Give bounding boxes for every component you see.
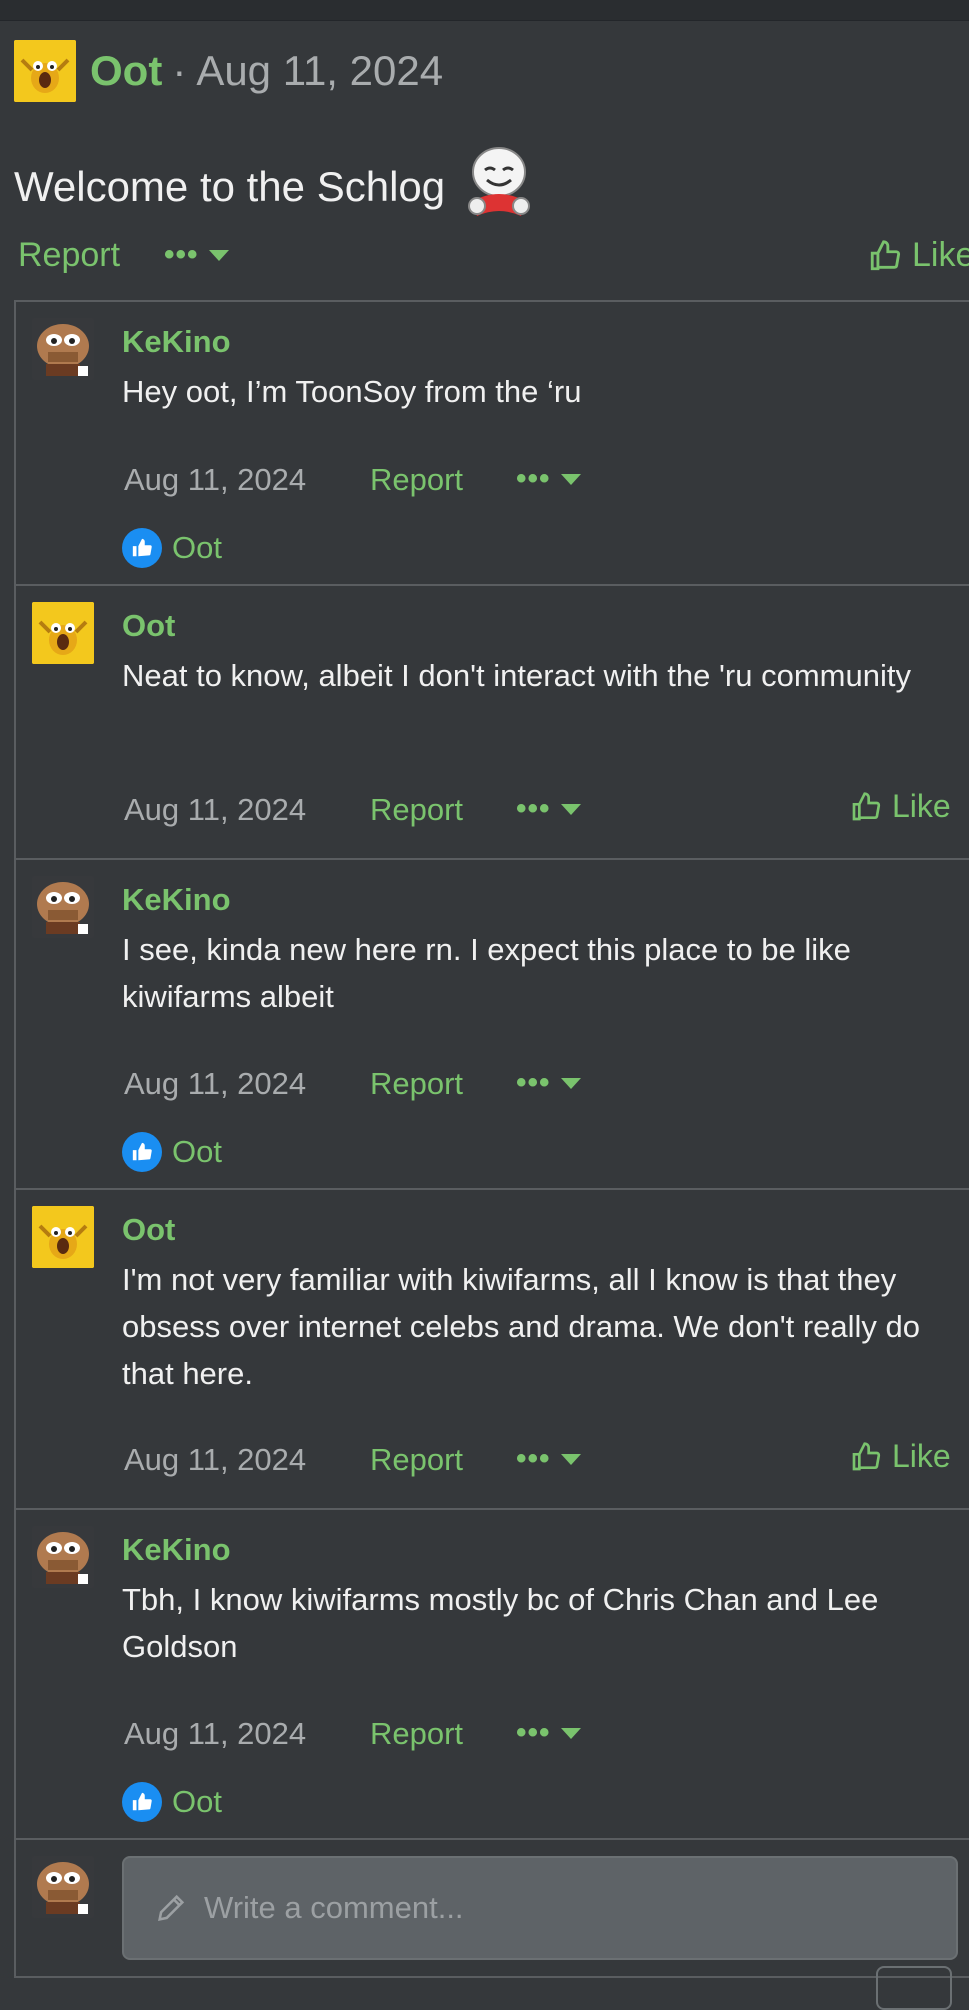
more-options-button[interactable]: ••• xyxy=(164,238,229,272)
comment-item: KeKino Tbh, I know kiwifarms mostly bc o… xyxy=(16,1510,969,1840)
comment-item: KeKino I see, kinda new here rn. I expec… xyxy=(16,860,969,1190)
report-link[interactable]: Report xyxy=(370,1442,463,1478)
comment-author[interactable]: Oot xyxy=(122,1212,175,1248)
comment-author[interactable]: KeKino xyxy=(122,324,231,360)
kekino-avatar[interactable] xyxy=(32,1856,94,1918)
reaction-summary[interactable]: Oot xyxy=(122,1132,222,1172)
like-label: Like xyxy=(912,236,969,274)
comment-list: KeKino Hey oot, I’m ToonSoy from the ‘ru… xyxy=(14,300,969,1978)
comment-text: Hey oot, I’m ToonSoy from the ‘ru xyxy=(122,374,582,409)
like-label: Like xyxy=(892,788,951,824)
partial-button[interactable] xyxy=(876,1966,952,2010)
kekino-avatar[interactable] xyxy=(32,1526,94,1588)
post-header: Oot · Aug 11, 2024 xyxy=(14,40,443,102)
report-link[interactable]: Report xyxy=(370,462,463,498)
more-dots: ••• xyxy=(164,238,199,271)
write-comment-box[interactable] xyxy=(122,1856,958,1960)
comment-date[interactable]: Aug 11, 2024 xyxy=(124,1716,306,1752)
post-body: Welcome to the Schlog xyxy=(14,140,541,234)
comment-date[interactable]: Aug 11, 2024 xyxy=(124,1066,306,1102)
reaction-summary[interactable]: Oot xyxy=(122,1782,222,1822)
comment-date[interactable]: Aug 11, 2024 xyxy=(124,462,306,498)
kekino-avatar[interactable] xyxy=(32,318,94,380)
post-date[interactable]: Aug 11, 2024 xyxy=(196,47,443,95)
like-label: Like xyxy=(892,1438,951,1474)
oot-avatar[interactable] xyxy=(14,40,76,102)
like-button[interactable]: Like xyxy=(850,1438,951,1475)
compose-row xyxy=(16,1840,969,1978)
like-reaction-icon xyxy=(122,1782,162,1822)
comment-text: Tbh, I know kiwifarms mostly bc of Chris… xyxy=(122,1582,879,1664)
more-dots: ••• xyxy=(516,1716,551,1749)
thumbs-up-icon xyxy=(852,1441,881,1470)
pencil-icon xyxy=(158,1894,185,1921)
more-dots: ••• xyxy=(516,462,551,495)
more-dots: ••• xyxy=(516,1066,551,1099)
comment-item: KeKino Hey oot, I’m ToonSoy from the ‘ru… xyxy=(16,302,969,586)
comment-input[interactable] xyxy=(202,1889,906,1927)
more-options-button[interactable]: ••• xyxy=(516,1442,581,1476)
post-actions: Report ••• Like xyxy=(18,232,969,280)
more-dots: ••• xyxy=(516,1442,551,1475)
comment-author[interactable]: Oot xyxy=(122,608,175,644)
comment-text: I see, kinda new here rn. I expect this … xyxy=(122,932,851,1014)
reaction-user: Oot xyxy=(172,1784,222,1819)
report-link[interactable]: Report xyxy=(18,236,120,275)
more-options-button[interactable]: ••• xyxy=(516,1716,581,1750)
comment-date[interactable]: Aug 11, 2024 xyxy=(124,1442,306,1478)
separator: · xyxy=(172,47,187,94)
post-body-text: Welcome to the Schlog xyxy=(14,163,446,210)
more-options-button[interactable]: ••• xyxy=(516,462,581,496)
chevron-down-icon xyxy=(560,473,581,485)
comment-item: Oot I'm not very familiar with kiwifarms… xyxy=(16,1190,969,1510)
report-link[interactable]: Report xyxy=(370,1716,463,1752)
reaction-user: Oot xyxy=(172,530,222,565)
chevron-down-icon xyxy=(208,249,229,261)
reaction-summary[interactable]: Oot xyxy=(122,528,222,568)
smiley-sticker-icon xyxy=(457,140,541,234)
chevron-down-icon xyxy=(560,1453,581,1465)
kekino-avatar[interactable] xyxy=(32,876,94,938)
chevron-down-icon xyxy=(560,1727,581,1739)
oot-avatar[interactable] xyxy=(32,602,94,664)
more-options-button[interactable]: ••• xyxy=(516,792,581,826)
comment-author[interactable]: KeKino xyxy=(122,882,231,918)
comment-text: Neat to know, albeit I don't interact wi… xyxy=(122,658,911,693)
like-reaction-icon xyxy=(122,528,162,568)
comment-author[interactable]: KeKino xyxy=(122,1532,231,1568)
more-dots: ••• xyxy=(516,792,551,825)
thumbs-up-icon xyxy=(870,239,901,270)
top-bar xyxy=(0,0,969,21)
report-link[interactable]: Report xyxy=(370,792,463,828)
comment-date[interactable]: Aug 11, 2024 xyxy=(124,792,306,828)
like-button[interactable]: Like xyxy=(850,788,951,825)
report-link[interactable]: Report xyxy=(370,1066,463,1102)
post-author[interactable]: Oot xyxy=(90,47,162,95)
more-options-button[interactable]: ••• xyxy=(516,1066,581,1100)
chevron-down-icon xyxy=(560,803,581,815)
like-button[interactable]: Like xyxy=(868,236,969,275)
like-reaction-icon xyxy=(122,1132,162,1172)
thumbs-up-icon xyxy=(852,791,881,820)
reaction-user: Oot xyxy=(172,1134,222,1169)
chevron-down-icon xyxy=(560,1077,581,1089)
comment-text: I'm not very familiar with kiwifarms, al… xyxy=(122,1262,921,1391)
oot-avatar[interactable] xyxy=(32,1206,94,1268)
comment-item: Oot Neat to know, albeit I don't interac… xyxy=(16,586,969,860)
